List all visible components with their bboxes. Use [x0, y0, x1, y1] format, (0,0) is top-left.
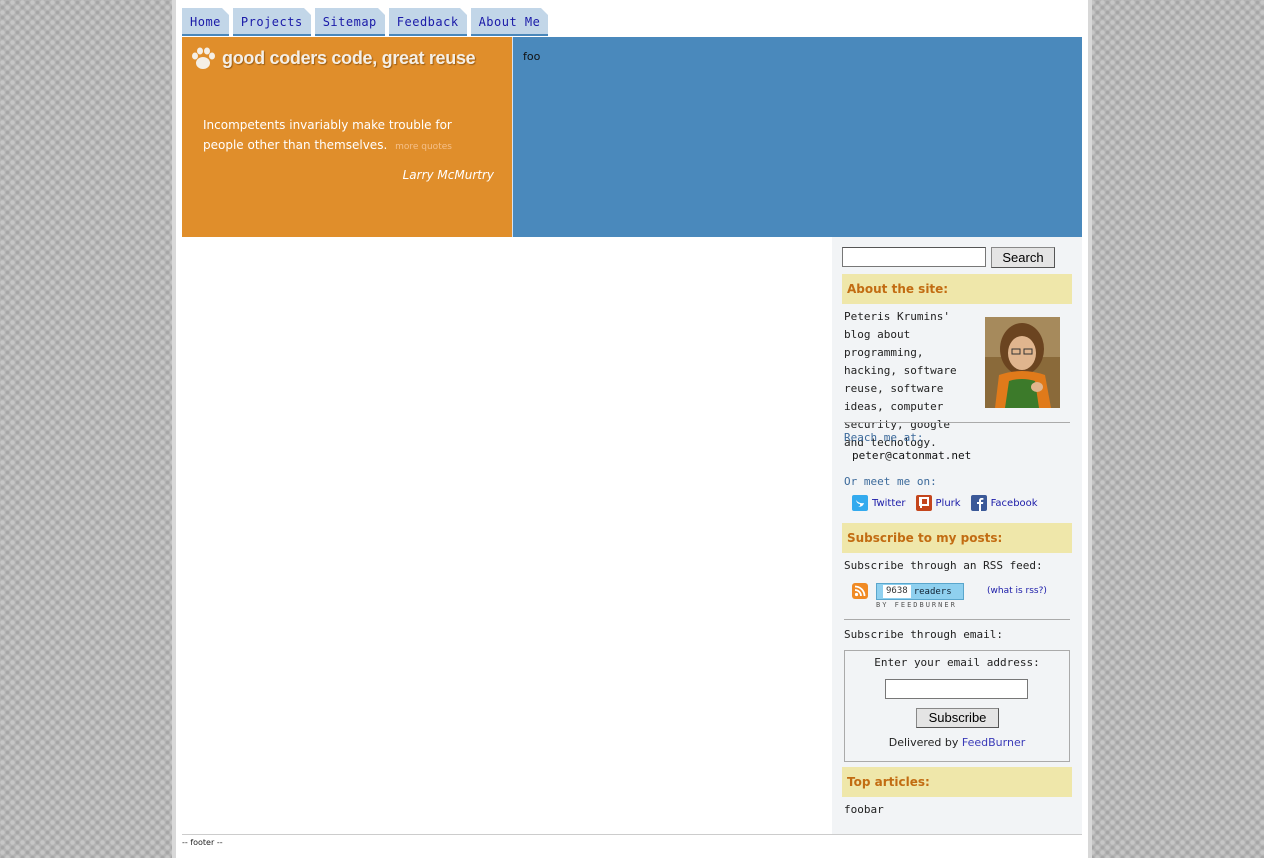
quote-panel: good coders code, great reuse Incompeten… [182, 37, 512, 237]
delivered-by: Delivered by FeedBurner [845, 736, 1069, 749]
social-links: Twitter Plurk Facebook [852, 495, 1048, 511]
twitter-link[interactable]: Twitter [852, 495, 906, 511]
top-nav: Home Projects Sitemap Feedback About Me [182, 8, 552, 36]
contact-email[interactable]: peter@catonmat.net [852, 449, 971, 462]
top-article-item[interactable]: foobar [844, 803, 884, 816]
feed-count: 9638 [883, 585, 911, 598]
facebook-link[interactable]: Facebook [970, 495, 1038, 511]
tab-about-me[interactable]: About Me [470, 8, 549, 36]
footer-divider [182, 834, 1082, 835]
search-button[interactable]: Search [991, 247, 1055, 268]
quote-text: Incompetents invariably make trouble for… [203, 115, 493, 157]
feedburner-tag: BY FEEDBURNER [876, 601, 957, 609]
tab-sitemap[interactable]: Sitemap [314, 8, 385, 36]
more-quotes-link[interactable]: more quotes [395, 142, 452, 152]
plurk-label: Plurk [935, 497, 961, 509]
meet-label: Or meet me on: [844, 475, 937, 488]
feed-counter-box: 9638 readers [876, 583, 964, 600]
sidebar: Search About the site: Peteris Krumins' … [832, 237, 1082, 834]
tab-projects[interactable]: Projects [232, 8, 311, 36]
plurk-icon [915, 495, 932, 511]
rss-label: Subscribe through an RSS feed: [844, 559, 1043, 572]
tab-feedback[interactable]: Feedback [388, 8, 467, 36]
tab-home[interactable]: Home [182, 8, 229, 36]
delivered-by-label: Delivered by [888, 736, 959, 749]
author-photo [985, 317, 1060, 408]
rss-row: 9638 readers BY FEEDBURNER (what is rss?… [852, 583, 1047, 609]
header-banner: good coders code, great reuse Incompeten… [182, 37, 1082, 237]
reach-label: Reach me at: [844, 431, 924, 444]
divider [844, 619, 1070, 620]
subscribe-heading: Subscribe to my posts: [842, 523, 1072, 553]
email-sub-label: Subscribe through email: [844, 628, 1003, 641]
footer: -- footer -- [182, 838, 223, 847]
plurk-link[interactable]: Plurk [915, 495, 961, 511]
twitter-icon [852, 495, 868, 511]
twitter-label: Twitter [872, 497, 906, 509]
what-is-rss-link[interactable]: (what is rss?) [987, 586, 1047, 596]
header-blue-panel: foo [512, 37, 1082, 237]
page-container: Home Projects Sitemap Feedback About Me … [172, 0, 1092, 858]
top-articles-heading: Top articles: [842, 767, 1072, 797]
about-heading: About the site: [842, 274, 1072, 304]
feed-counter[interactable]: 9638 readers BY FEEDBURNER [876, 583, 964, 609]
feedburner-link[interactable]: FeedBurner [962, 736, 1025, 749]
facebook-icon [970, 495, 987, 511]
search-input[interactable] [842, 247, 986, 267]
email-subscribe-box: Enter your email address: Subscribe Deli… [844, 650, 1070, 762]
email-field[interactable] [885, 679, 1028, 699]
enter-email-label: Enter your email address: [874, 656, 1040, 669]
site-logo[interactable]: good coders code, great reuse [190, 45, 476, 71]
header-placeholder-text: foo [523, 50, 541, 63]
quote-author: Larry McMurtry [402, 168, 494, 182]
paw-icon [192, 47, 215, 69]
divider [844, 422, 1070, 423]
facebook-label: Facebook [990, 497, 1038, 509]
subscribe-button[interactable]: Subscribe [916, 708, 999, 728]
search-form: Search [842, 247, 1055, 268]
logo-text: good coders code, great reuse [222, 47, 476, 68]
feed-readers-label: readers [913, 586, 952, 597]
rss-icon[interactable] [852, 583, 868, 599]
